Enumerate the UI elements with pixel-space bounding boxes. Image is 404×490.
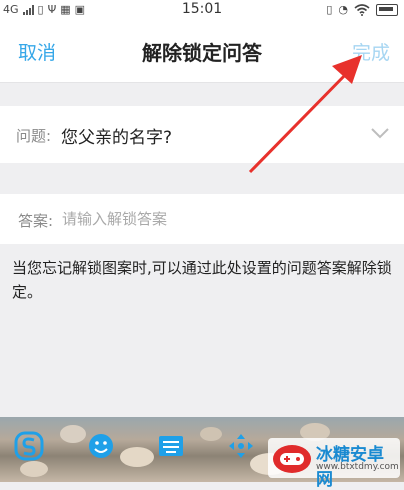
- battery-icon: [376, 3, 398, 16]
- nav-bar: 取消 解除锁定问答 完成: [0, 20, 404, 83]
- wifi-icon: [354, 3, 370, 16]
- chevron-down-icon[interactable]: [370, 126, 390, 140]
- answer-row: 答案:: [0, 194, 404, 244]
- pebble-decoration: [60, 425, 86, 443]
- watermark-logo-icon: [273, 445, 311, 473]
- status-bar: 4G ▯ Ψ ▦ ▣ 15:01 ▯ ◔: [0, 0, 404, 20]
- keyboard-switch-icon[interactable]: [156, 431, 186, 461]
- sogou-logo-icon[interactable]: [14, 431, 44, 461]
- alarm-icon: ◔: [338, 3, 348, 16]
- vibrate-icon: ▯: [326, 3, 333, 16]
- pebble-decoration: [200, 427, 222, 441]
- watermark-url: www.btxtdmy.com: [316, 462, 399, 472]
- pebble-decoration: [20, 461, 48, 477]
- question-label: 问题:: [16, 127, 52, 145]
- cursor-move-icon[interactable]: [226, 431, 256, 461]
- answer-input[interactable]: [62, 205, 382, 233]
- done-button[interactable]: 完成: [352, 38, 390, 65]
- emoji-icon[interactable]: [86, 431, 116, 461]
- hint-text: 当您忘记解锁图案时,可以通过此处设置的问题答案解除锁定。: [12, 259, 392, 301]
- pebble-decoration: [120, 447, 154, 467]
- answer-label: 答案:: [18, 212, 54, 230]
- page-title: 解除锁定问答: [142, 41, 262, 65]
- question-selector[interactable]: 问题: 您父亲的名字?: [0, 106, 404, 163]
- question-value: 您父亲的名字?: [61, 128, 173, 148]
- status-right: ▯ ◔: [326, 3, 398, 16]
- watermark: 冰糖安卓网 www.btxtdmy.com: [268, 438, 400, 490]
